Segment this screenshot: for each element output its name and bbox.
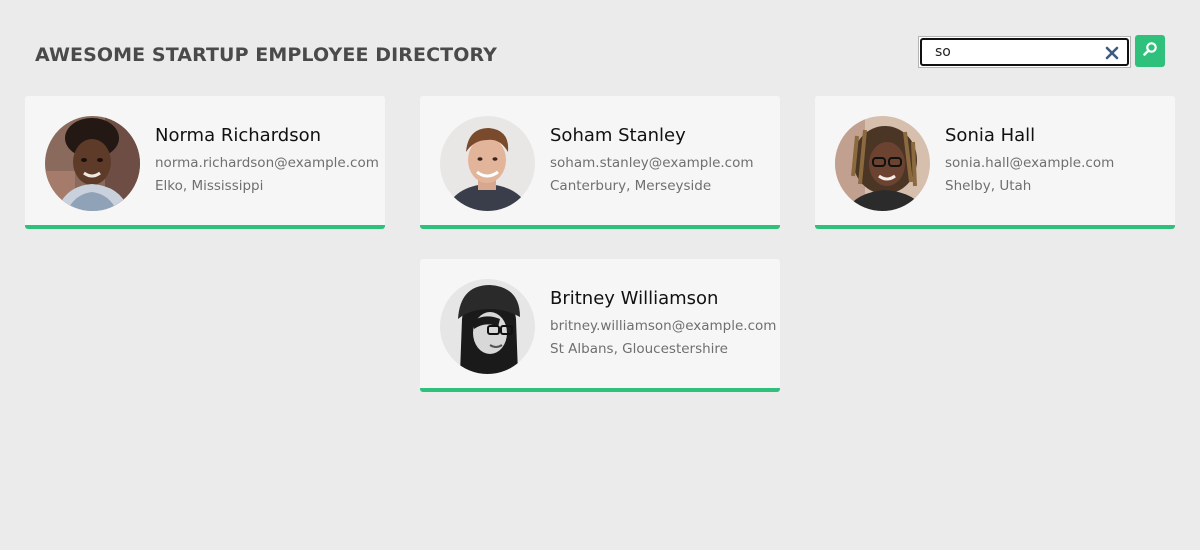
employee-name: Sonia Hall [945, 125, 1036, 146]
search-button[interactable] [1135, 35, 1165, 67]
page-title: AWESOME STARTUP EMPLOYEE DIRECTORY [35, 44, 498, 66]
directory-page: AWESOME STARTUP EMPLOYEE DIRECTORY so No… [0, 0, 1200, 550]
employee-name: Norma Richardson [155, 125, 321, 146]
search-box [918, 36, 1131, 68]
employee-card[interactable]: Britney Williamson britney.williamson@ex… [420, 259, 780, 392]
employee-location: Canterbury, Merseyside [550, 178, 712, 194]
employee-name: Soham Stanley [550, 125, 686, 146]
search-input[interactable] [922, 40, 1127, 64]
employee-location: Elko, Mississippi [155, 178, 264, 194]
employee-card[interactable]: Norma Richardson norma.richardson@exampl… [25, 96, 385, 229]
close-icon[interactable] [1105, 45, 1119, 60]
employee-email: sonia.hall@example.com [945, 155, 1115, 171]
employee-email: britney.williamson@example.com [550, 318, 777, 334]
employee-card[interactable]: Sonia Hall sonia.hall@example.com Shelby… [815, 96, 1175, 229]
employee-card[interactable]: Soham Stanley soham.stanley@example.com … [420, 96, 780, 229]
employee-email: soham.stanley@example.com [550, 155, 754, 171]
employee-email: norma.richardson@example.com [155, 155, 379, 171]
search-icon [1142, 41, 1158, 61]
search-field-frame [920, 38, 1129, 66]
employee-name: Britney Williamson [550, 288, 719, 309]
avatar [45, 116, 140, 211]
avatar [440, 116, 535, 211]
avatar [440, 279, 535, 374]
employee-location: Shelby, Utah [945, 178, 1032, 194]
avatar [835, 116, 930, 211]
employee-location: St Albans, Gloucestershire [550, 341, 728, 357]
